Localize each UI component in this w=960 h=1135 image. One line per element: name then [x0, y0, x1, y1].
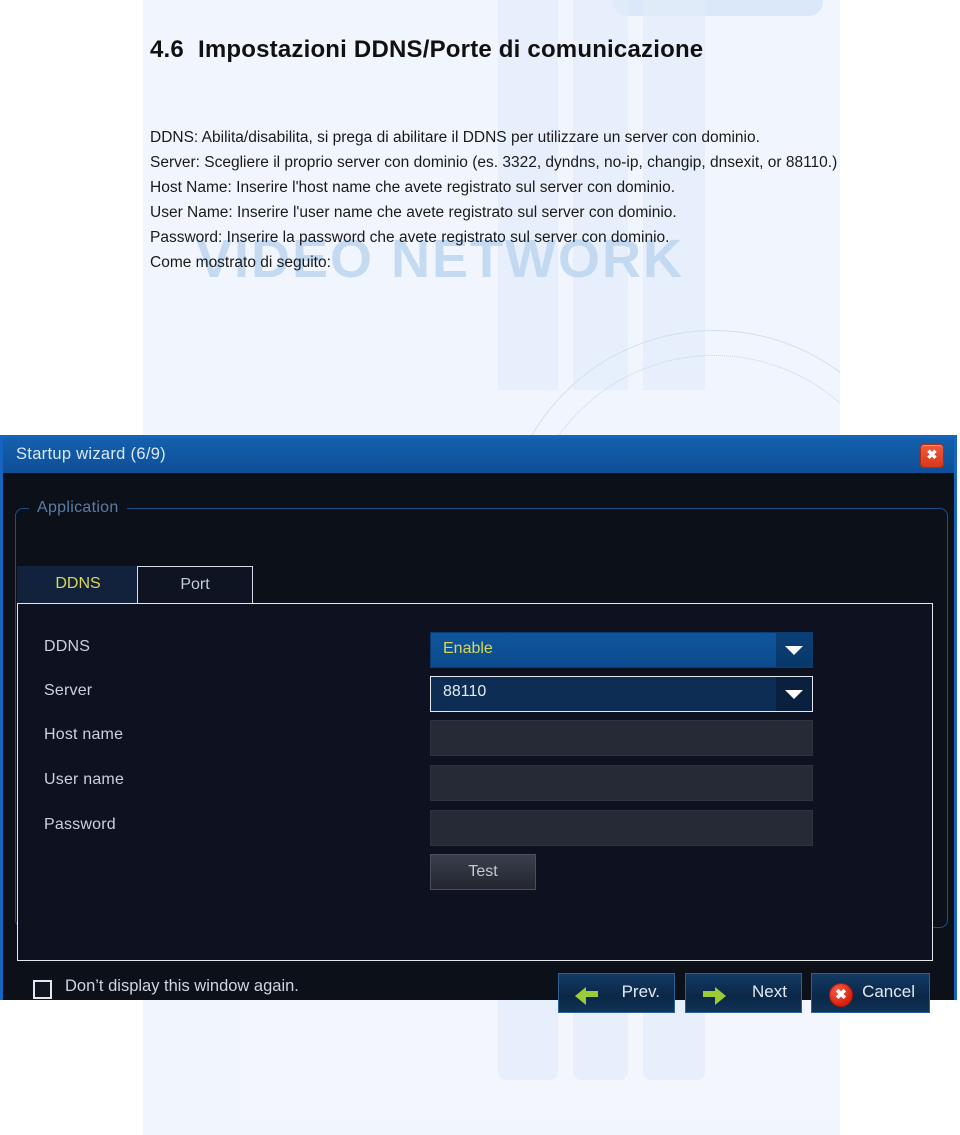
select-server[interactable]: 88110: [430, 676, 813, 712]
close-icon[interactable]: ✖: [920, 444, 944, 468]
prev-button-label: Prev.: [621, 982, 660, 1001]
user-name-input[interactable]: [430, 765, 813, 801]
paragraph-server: Server: Scegliere il proprio server con …: [150, 154, 838, 171]
label-host-name: Host name: [44, 726, 124, 743]
document-body: DDNS: Abilita/disabilita, si prega di ab…: [150, 125, 840, 275]
tab-ddns[interactable]: DDNS: [17, 566, 139, 604]
checkbox-box[interactable]: [33, 980, 52, 999]
label-server: Server: [44, 682, 93, 699]
paragraph-user-name: User Name: Inserire l'user name che avet…: [150, 204, 677, 221]
cancel-button-label: Cancel: [862, 982, 915, 1001]
field-row-user-name: User name: [18, 761, 932, 805]
prev-button[interactable]: Prev.: [558, 973, 675, 1013]
page-root: VIDEO NETWORK 4.6 Impostazioni DDNS/Porte…: [0, 0, 960, 1135]
ddns-form-panel: DDNS Enable Server 88110 Host name User …: [17, 603, 933, 961]
paragraph-closing: Come mostrato di seguito:: [150, 254, 331, 271]
checkbox-label: Don’t display this window again.: [65, 977, 299, 995]
field-row-host-name: Host name: [18, 716, 932, 760]
heading-text: Impostazioni DDNS/Porte di comunicazione: [197, 36, 704, 63]
cancel-circle-icon: ✖: [828, 983, 853, 1007]
field-row-password: Password: [18, 806, 932, 850]
paragraph-ddns: DDNS: Abilita/disabilita, si prega di ab…: [150, 129, 760, 146]
select-server-value: 88110: [443, 683, 487, 700]
startup-wizard-dialog: Startup wizard (6/9) ✖ Application DDNS …: [0, 435, 957, 1013]
select-ddns[interactable]: Enable: [430, 632, 813, 668]
chevron-down-icon[interactable]: [776, 677, 812, 711]
paragraph-host-name: Host Name: Inserire l'host name che avet…: [150, 179, 676, 196]
group-legend: Application: [29, 499, 127, 517]
next-button-label: Next: [752, 982, 787, 1001]
test-button[interactable]: Test: [430, 854, 536, 890]
label-user-name: User name: [44, 771, 125, 788]
dialog-title: Startup wizard (6/9): [16, 445, 166, 463]
field-row-ddns: DDNS Enable: [18, 628, 932, 672]
password-input[interactable]: [430, 810, 813, 846]
arrow-left-icon: [575, 983, 599, 1005]
field-row-server: Server 88110: [18, 672, 932, 716]
label-ddns: DDNS: [44, 638, 91, 655]
chevron-down-icon[interactable]: [776, 633, 812, 667]
label-password: Password: [44, 816, 116, 833]
dialog-body: Application DDNS Port DDNS Enable Server: [3, 473, 954, 1013]
cancel-button[interactable]: ✖ Cancel: [811, 973, 930, 1013]
page-title: 4.6 Impostazioni DDNS/Porte di comunicazi…: [150, 36, 850, 64]
arrow-right-icon: [702, 983, 726, 1005]
next-button[interactable]: Next: [685, 973, 802, 1013]
select-ddns-value: Enable: [443, 640, 493, 657]
tab-port[interactable]: Port: [137, 566, 253, 604]
paragraph-password: Password: Inserire la password che avete…: [150, 229, 670, 246]
heading-number: 4.6: [150, 36, 184, 63]
dialog-footer: Don’t display this window again. Prev. N…: [3, 963, 954, 1033]
dialog-title-bar: Startup wizard (6/9) ✖: [3, 438, 954, 473]
host-name-input[interactable]: [430, 720, 813, 756]
